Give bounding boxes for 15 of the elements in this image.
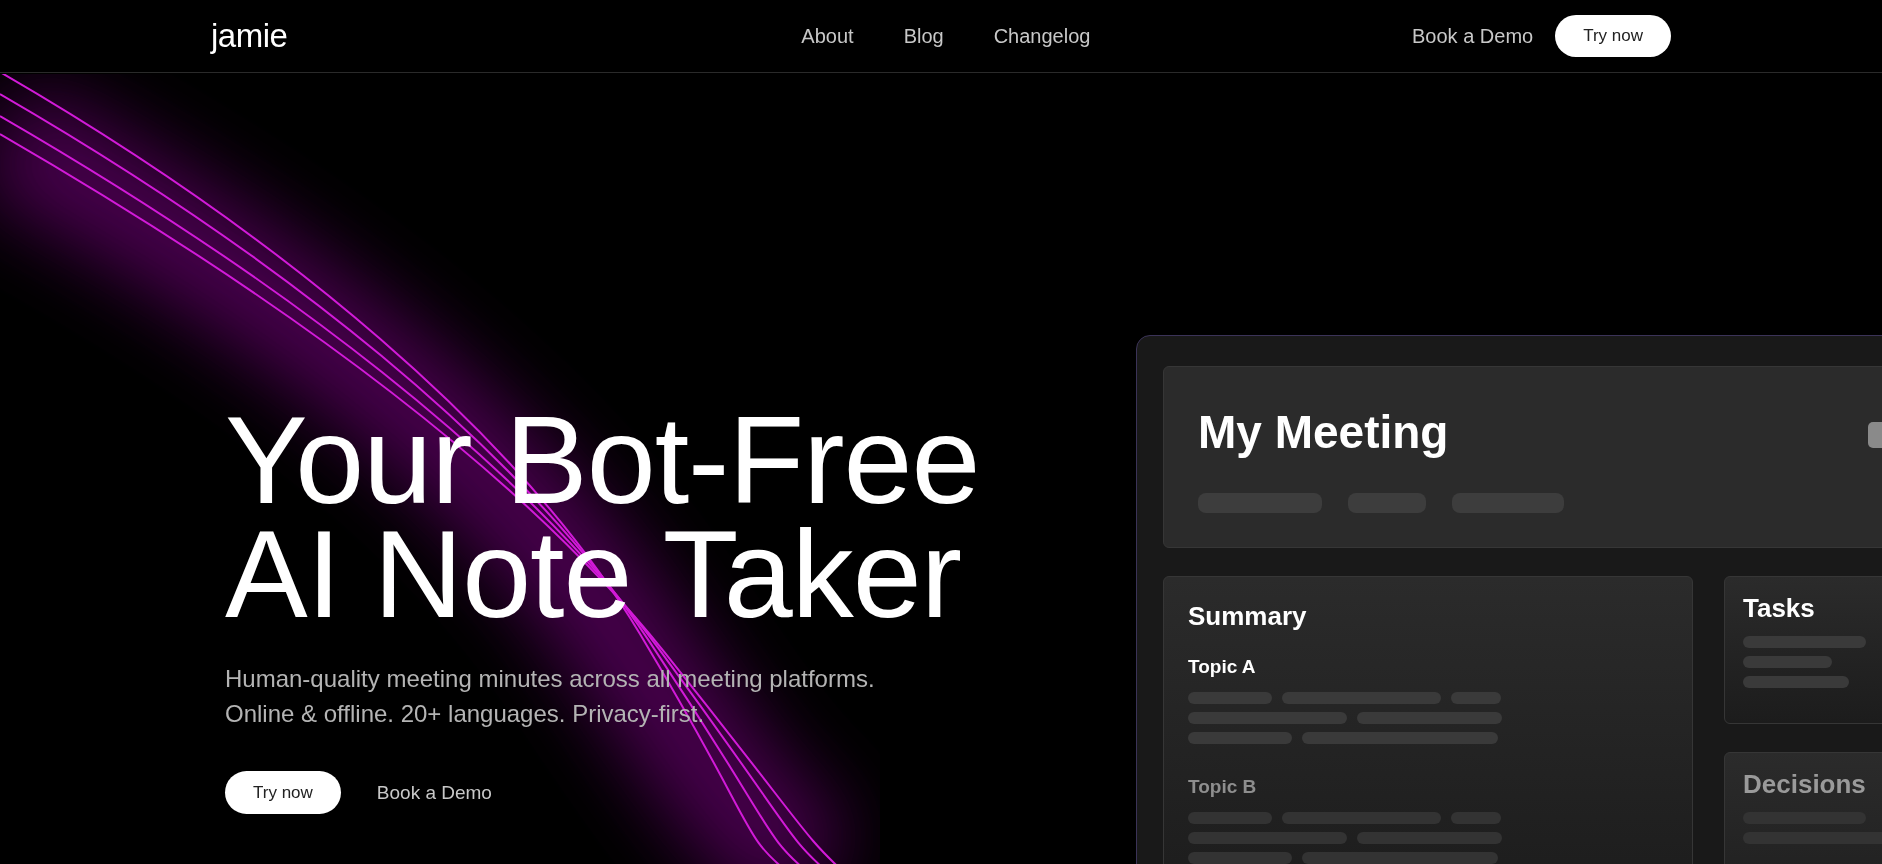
topic-heading: Topic A bbox=[1188, 656, 1257, 678]
nav-link[interactable]: Changelog bbox=[993, 24, 1091, 48]
book-demo-link[interactable]: Book a Demo bbox=[1412, 24, 1534, 48]
summary-heading: Summary bbox=[1188, 601, 1308, 632]
panel-heading: Tasks bbox=[1743, 593, 1816, 624]
logo[interactable]: jamie bbox=[211, 17, 288, 55]
meeting-title: My Meeting bbox=[1198, 405, 1449, 459]
nav-link[interactable]: Blog bbox=[903, 24, 944, 48]
try-now-button[interactable]: Try now bbox=[1555, 15, 1671, 57]
try-now-button[interactable]: Try now bbox=[225, 771, 341, 814]
headline: Your Bot-Free bbox=[225, 403, 980, 517]
nav-link[interactable]: About bbox=[801, 24, 854, 48]
book-demo-link[interactable]: Book a Demo bbox=[376, 781, 492, 804]
panel-heading: Decisions bbox=[1743, 769, 1867, 800]
topic-heading: Topic B bbox=[1188, 776, 1258, 798]
